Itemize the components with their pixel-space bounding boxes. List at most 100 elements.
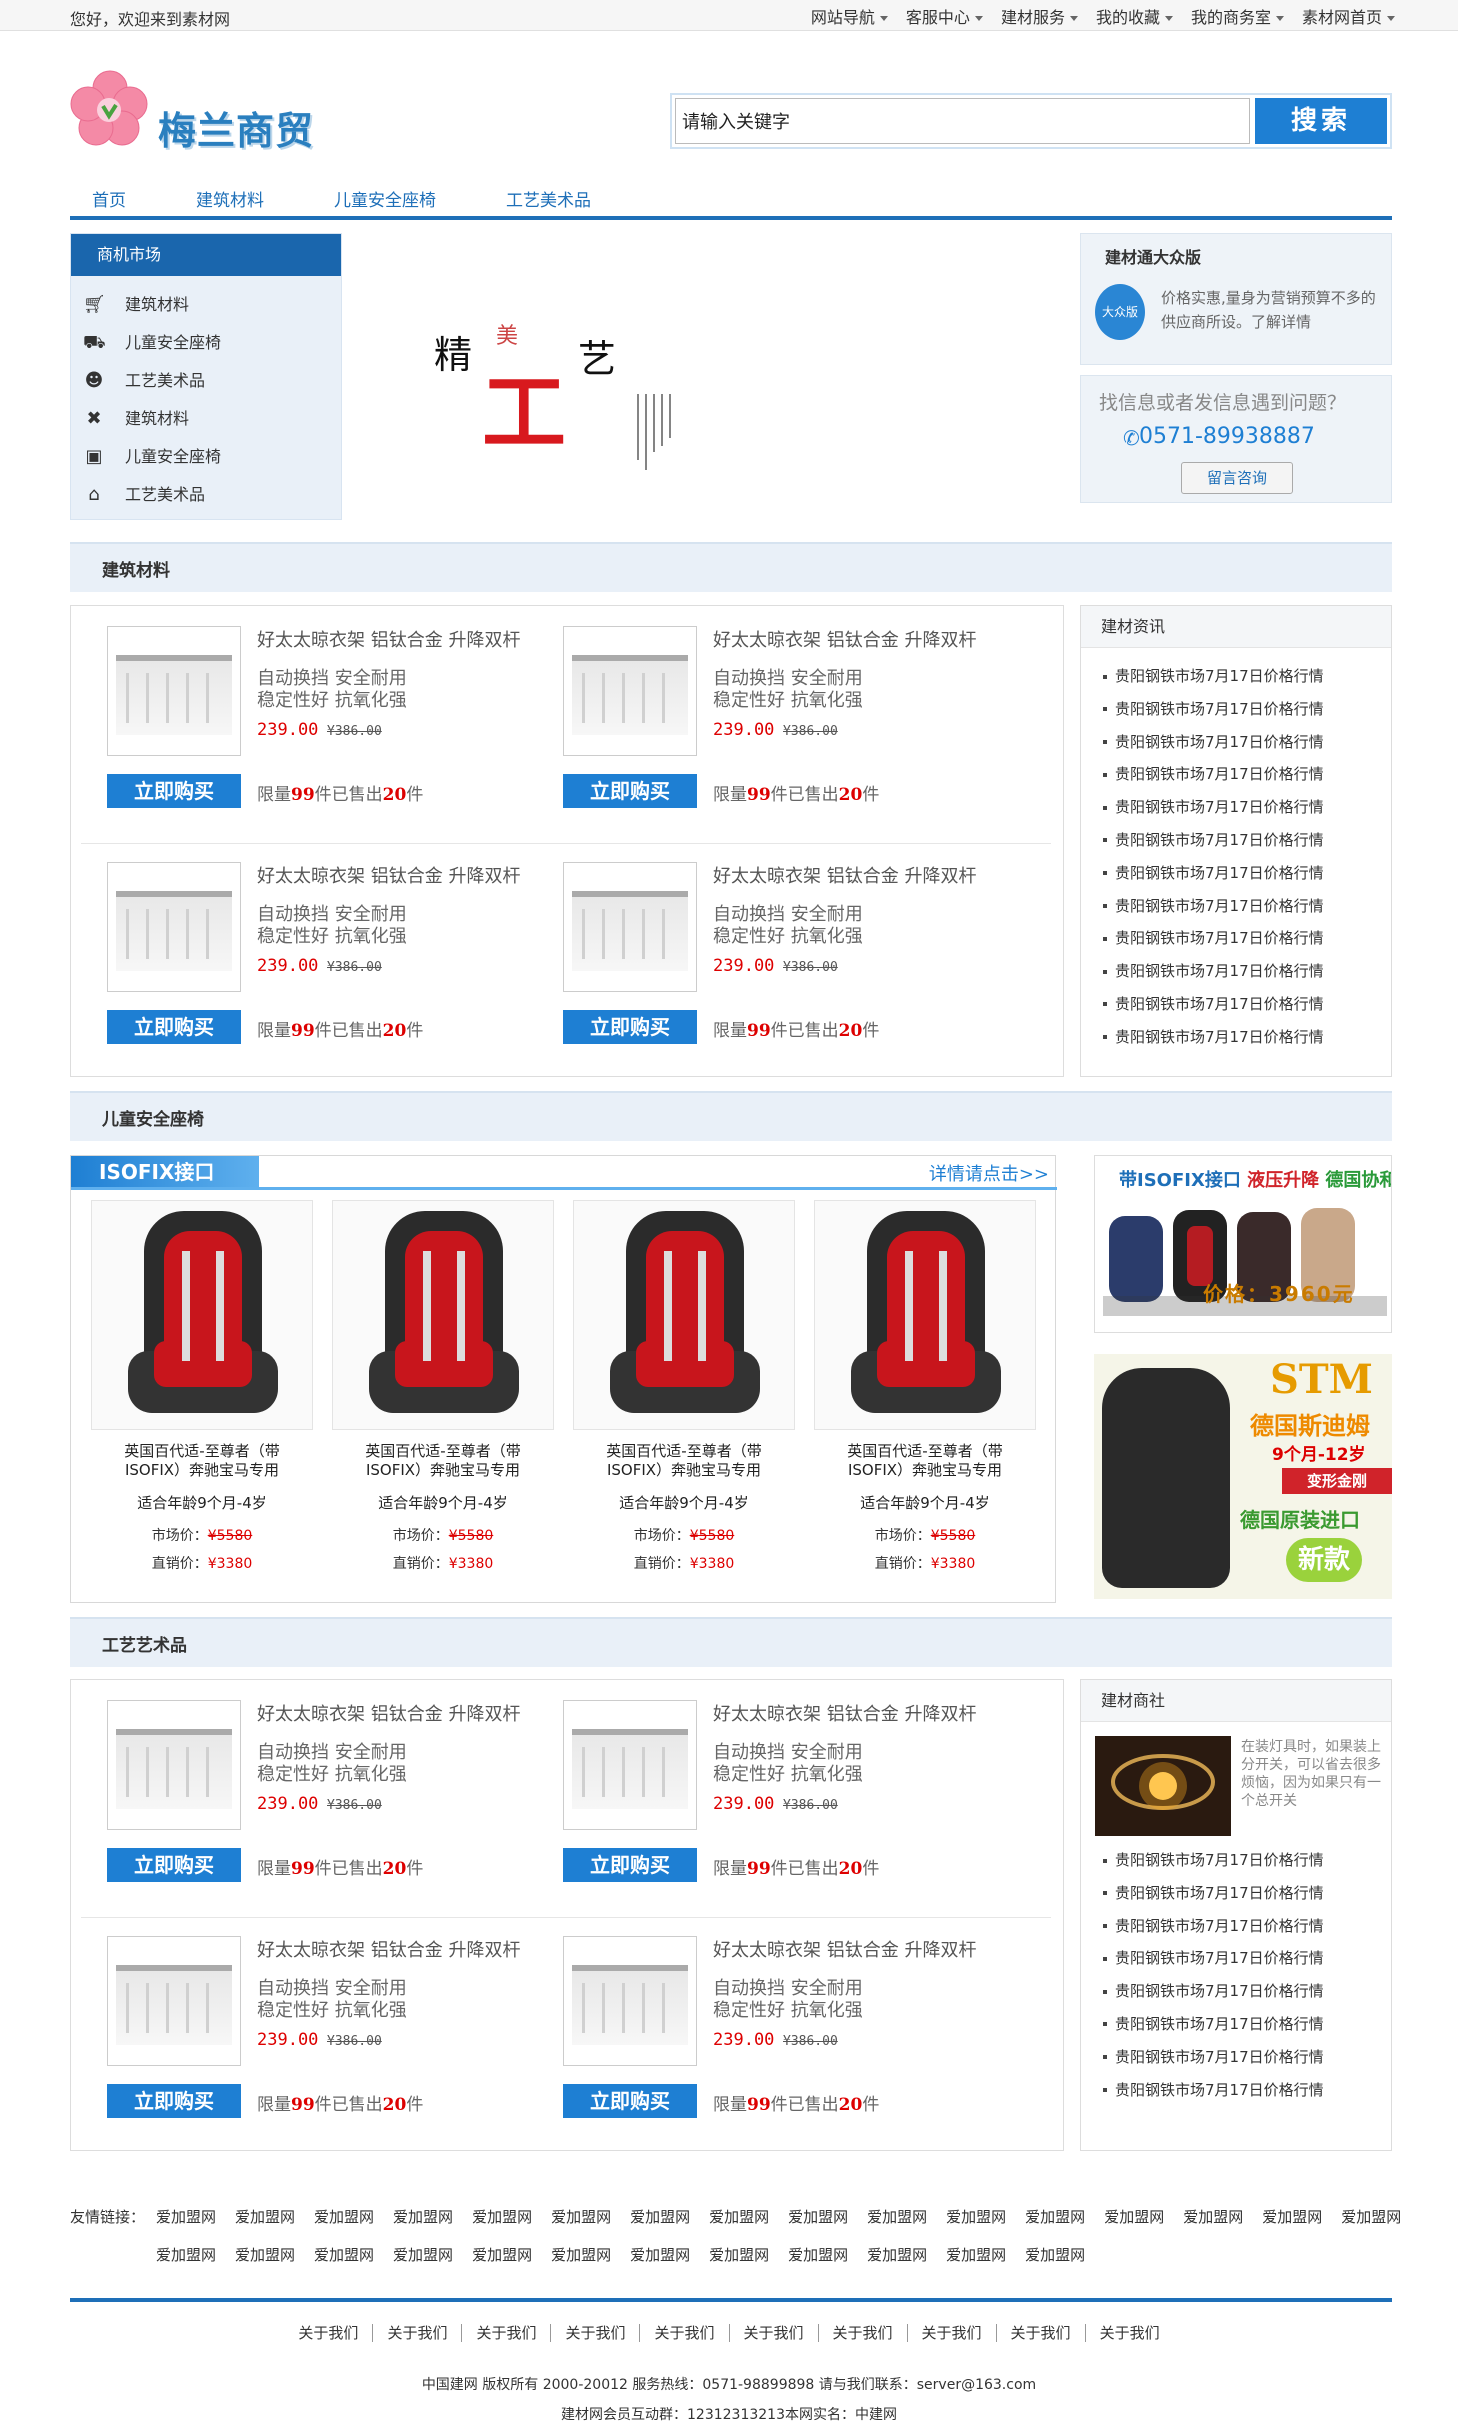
isofix-more-link[interactable]: 详情请点击>> — [929, 1160, 1049, 1186]
nav-seats[interactable]: 儿童安全座椅 — [334, 186, 436, 211]
news-item[interactable]: 贵阳钢铁市场7月17日价格行情 — [1103, 857, 1391, 890]
news-item[interactable]: 贵阳钢铁市场7月17日价格行情 — [1103, 660, 1391, 693]
buy-now-button[interactable]: 立即购买 — [107, 2084, 241, 2118]
top-nav-service[interactable]: 客服中心 — [906, 4, 983, 28]
news-item[interactable]: 贵阳钢铁市场7月17日价格行情 — [1103, 1910, 1391, 1943]
friend-link[interactable]: 爱加盟网 — [630, 2246, 690, 2264]
news-item[interactable]: 贵阳钢铁市场7月17日价格行情 — [1103, 791, 1391, 824]
footer-link[interactable]: 关于我们 — [373, 2324, 463, 2342]
news-item[interactable]: 贵阳钢铁市场7月17日价格行情 — [1103, 922, 1391, 955]
product-title[interactable]: 好太太晾衣架 铝钛合金 升降双杆 — [713, 626, 976, 652]
news-item[interactable]: 贵阳钢铁市场7月17日价格行情 — [1103, 890, 1391, 923]
news-item[interactable]: 贵阳钢铁市场7月17日价格行情 — [1103, 1877, 1391, 1910]
friend-link[interactable]: 爱加盟网 — [235, 2246, 295, 2264]
friend-link[interactable]: 爱加盟网 — [393, 2246, 453, 2264]
footer-link[interactable]: 关于我们 — [462, 2324, 552, 2342]
nav-building[interactable]: 建筑材料 — [196, 186, 264, 211]
footer-link[interactable]: 关于我们 — [640, 2324, 730, 2342]
friend-link[interactable]: 爱加盟网 — [235, 2208, 295, 2226]
friend-link[interactable]: 爱加盟网 — [551, 2208, 611, 2226]
isofix-tab[interactable]: ISOFIX接口 — [71, 1156, 259, 1189]
friend-link[interactable]: 爱加盟网 — [867, 2208, 927, 2226]
search-input[interactable] — [675, 98, 1250, 144]
friend-link[interactable]: 爱加盟网 — [156, 2208, 216, 2226]
market-item[interactable]: 🛒︎ 建筑材料 — [71, 286, 341, 324]
friend-link[interactable]: 爱加盟网 — [156, 2246, 216, 2264]
buy-now-button[interactable]: 立即购买 — [563, 1848, 697, 1882]
footer-link[interactable]: 关于我们 — [818, 2324, 908, 2342]
shangshe-feature[interactable]: 在装灯具时，如果装上分开关，可以省去很多烦恼，因为如果只有一个总开关 — [1081, 1722, 1391, 1836]
friend-link[interactable]: 爱加盟网 — [630, 2208, 690, 2226]
edition-desc[interactable]: 价格实惠,量身为营销预算不多的供应商所设。了解详情 — [1161, 286, 1385, 334]
friend-link[interactable]: 爱加盟网 — [709, 2246, 769, 2264]
friend-link[interactable]: 爱加盟网 — [946, 2208, 1006, 2226]
news-item[interactable]: 贵阳钢铁市场7月17日价格行情 — [1103, 726, 1391, 759]
friend-link[interactable]: 爱加盟网 — [472, 2246, 532, 2264]
seat-name[interactable]: 英国百代适-至尊者（带 ISOFIX）奔驰宝马专用 — [332, 1442, 554, 1480]
ad-isofix-seats[interactable]: 带ISOFIX接口 液压升降 德国协和 价格：3960元 — [1094, 1155, 1392, 1333]
news-item[interactable]: 贵阳钢铁市场7月17日价格行情 — [1103, 2074, 1391, 2107]
nav-crafts[interactable]: 工艺美术品 — [506, 186, 591, 211]
friend-link[interactable]: 爱加盟网 — [946, 2246, 1006, 2264]
product-image[interactable] — [107, 626, 241, 756]
top-nav-site-nav[interactable]: 网站导航 — [811, 4, 888, 28]
buy-now-button[interactable]: 立即购买 — [563, 2084, 697, 2118]
friend-link[interactable]: 爱加盟网 — [1262, 2208, 1322, 2226]
top-nav-favorites[interactable]: 我的收藏 — [1096, 4, 1173, 28]
news-item[interactable]: 贵阳钢铁市场7月17日价格行情 — [1103, 988, 1391, 1021]
news-item[interactable]: 贵阳钢铁市场7月17日价格行情 — [1103, 2008, 1391, 2041]
seat-card[interactable]: 英国百代适-至尊者（带 ISOFIX）奔驰宝马专用 适合年龄9个月-4岁 市场价：¥5… — [814, 1200, 1036, 1573]
product-title[interactable]: 好太太晾衣架 铝钛合金 升降双杆 — [713, 1700, 976, 1726]
news-item[interactable]: 贵阳钢铁市场7月17日价格行情 — [1103, 1021, 1391, 1054]
seat-card[interactable]: 英国百代适-至尊者（带 ISOFIX）奔驰宝马专用 适合年龄9个月-4岁 市场价：¥5… — [91, 1200, 313, 1573]
market-item[interactable]: ☻ 工艺美术品 — [71, 362, 341, 400]
friend-link[interactable]: 爱加盟网 — [314, 2246, 374, 2264]
footer-link[interactable]: 关于我们 — [996, 2324, 1086, 2342]
seat-card[interactable]: 英国百代适-至尊者（带 ISOFIX）奔驰宝马专用 适合年龄9个月-4岁 市场价：¥5… — [332, 1200, 554, 1573]
seat-name[interactable]: 英国百代适-至尊者（带 ISOFIX）奔驰宝马专用 — [91, 1442, 313, 1480]
top-nav-building-service[interactable]: 建材服务 — [1001, 4, 1078, 28]
product-title[interactable]: 好太太晾衣架 铝钛合金 升降双杆 — [257, 1936, 520, 1962]
buy-now-button[interactable]: 立即购买 — [563, 774, 697, 808]
product-title[interactable]: 好太太晾衣架 铝钛合金 升降双杆 — [257, 1700, 520, 1726]
friend-link[interactable]: 爱加盟网 — [1341, 2208, 1401, 2226]
product-image[interactable] — [107, 1936, 241, 2066]
friend-link[interactable]: 爱加盟网 — [788, 2208, 848, 2226]
nav-home[interactable]: 首页 — [92, 186, 126, 211]
market-item[interactable]: ⛟ 儿童安全座椅 — [71, 324, 341, 362]
seat-name[interactable]: 英国百代适-至尊者（带 ISOFIX）奔驰宝马专用 — [573, 1442, 795, 1480]
friend-link[interactable]: 爱加盟网 — [788, 2246, 848, 2264]
banner[interactable]: 精 美 工 艺 — [370, 240, 1070, 530]
friend-link[interactable]: 爱加盟网 — [393, 2208, 453, 2226]
buy-now-button[interactable]: 立即购买 — [107, 1848, 241, 1882]
product-title[interactable]: 好太太晾衣架 铝钛合金 升降双杆 — [713, 862, 976, 888]
friend-link[interactable]: 爱加盟网 — [867, 2246, 927, 2264]
product-image[interactable] — [563, 626, 697, 756]
footer-link[interactable]: 关于我们 — [1086, 2324, 1174, 2342]
market-item[interactable]: ⌂ 工艺美术品 — [71, 476, 341, 514]
footer-link[interactable]: 关于我们 — [284, 2324, 374, 2342]
friend-link[interactable]: 爱加盟网 — [314, 2208, 374, 2226]
friend-link[interactable]: 爱加盟网 — [472, 2208, 532, 2226]
top-nav-home[interactable]: 素材网首页 — [1302, 4, 1395, 28]
top-nav-business-room[interactable]: 我的商务室 — [1191, 4, 1284, 28]
news-item[interactable]: 贵阳钢铁市场7月17日价格行情 — [1103, 1975, 1391, 2008]
product-title[interactable]: 好太太晾衣架 铝钛合金 升降双杆 — [713, 1936, 976, 1962]
message-button[interactable]: 留言咨询 — [1181, 462, 1293, 494]
friend-link[interactable]: 爱加盟网 — [1025, 2246, 1085, 2264]
footer-link[interactable]: 关于我们 — [551, 2324, 641, 2342]
market-item[interactable]: ▣ 儿童安全座椅 — [71, 438, 341, 476]
product-image[interactable] — [563, 862, 697, 992]
news-item[interactable]: 贵阳钢铁市场7月17日价格行情 — [1103, 955, 1391, 988]
buy-now-button[interactable]: 立即购买 — [563, 1010, 697, 1044]
news-item[interactable]: 贵阳钢铁市场7月17日价格行情 — [1103, 1844, 1391, 1877]
market-item[interactable]: ✖ 建筑材料 — [71, 400, 341, 438]
news-item[interactable]: 贵阳钢铁市场7月17日价格行情 — [1103, 824, 1391, 857]
product-title[interactable]: 好太太晾衣架 铝钛合金 升降双杆 — [257, 862, 520, 888]
product-image[interactable] — [563, 1936, 697, 2066]
news-item[interactable]: 贵阳钢铁市场7月17日价格行情 — [1103, 758, 1391, 791]
seat-card[interactable]: 英国百代适-至尊者（带 ISOFIX）奔驰宝马专用 适合年龄9个月-4岁 市场价：¥5… — [573, 1200, 795, 1573]
news-item[interactable]: 贵阳钢铁市场7月17日价格行情 — [1103, 1942, 1391, 1975]
search-button[interactable]: 搜索 — [1255, 98, 1387, 144]
seat-name[interactable]: 英国百代适-至尊者（带 ISOFIX）奔驰宝马专用 — [814, 1442, 1036, 1480]
